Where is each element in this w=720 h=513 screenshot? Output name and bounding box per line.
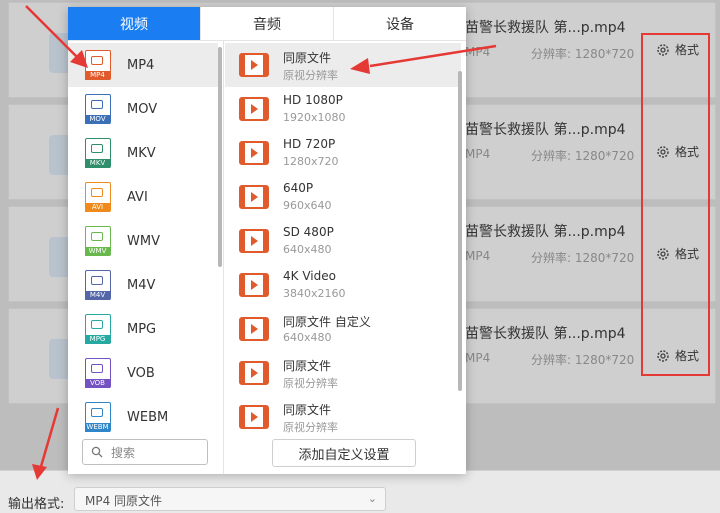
wmv-file-icon: WMV [85, 226, 111, 256]
format-item-webm[interactable]: WEBM WEBM [68, 395, 218, 439]
preset-list: 同原文件 原视分辨率 HD 1080P 1920x1080 HD 720P 12… [225, 41, 466, 474]
preset-item[interactable]: 640P 960x640 [225, 175, 461, 219]
preset-title: 同原文件 [283, 51, 332, 65]
tab-audio[interactable]: 音频 [201, 7, 334, 40]
format-item-mp4[interactable]: MP4 MP4 [68, 43, 218, 87]
film-icon [239, 317, 269, 341]
preset-resolution: 640x480 [283, 243, 332, 256]
file-name: 苗警长救援队 第...p.mp4 [465, 224, 626, 240]
format-item-mpg[interactable]: MPG MPG [68, 307, 218, 351]
webm-file-icon: WEBM [85, 402, 111, 432]
format-item-mkv[interactable]: MKV MKV [68, 131, 218, 175]
format-tabs: 视频 音频 设备 [68, 7, 466, 41]
file-resolution: 分辨率: 1280*720 [531, 47, 635, 61]
format-label: MP4 [127, 57, 155, 73]
preset-item[interactable]: SD 480P 640x480 [225, 219, 461, 263]
format-popup: 视频 音频 设备 MP4 MP4 MOV MOV MKV MKV AVI AVI… [68, 7, 466, 474]
file-format: MP4 [465, 351, 491, 365]
format-label: M4V [127, 277, 156, 293]
tab-video[interactable]: 视频 [68, 7, 201, 40]
film-icon [239, 229, 269, 253]
preset-item[interactable]: HD 1080P 1920x1080 [225, 87, 461, 131]
preset-item[interactable]: 4K Video 3840x2160 [225, 263, 461, 307]
film-icon [239, 141, 269, 165]
format-item-m4v[interactable]: M4V M4V [68, 263, 218, 307]
output-format-value: MP4 同原文件 [85, 494, 163, 508]
format-label: MKV [127, 145, 156, 161]
preset-title: 640P [283, 181, 314, 195]
mp4-file-icon: MP4 [85, 50, 111, 80]
preset-resolution: 原视分辨率 [283, 421, 338, 434]
preset-resolution: 640x480 [283, 331, 332, 344]
preset-title: 4K Video [283, 269, 336, 283]
format-item-mov[interactable]: MOV MOV [68, 87, 218, 131]
preset-resolution: 原视分辨率 [283, 377, 338, 390]
mkv-file-icon: MKV [85, 138, 111, 168]
film-icon [239, 97, 269, 121]
film-icon [239, 405, 269, 429]
preset-resolution: 1920x1080 [283, 111, 346, 124]
file-resolution: 分辨率: 1280*720 [531, 149, 635, 163]
format-item-avi[interactable]: AVI AVI [68, 175, 218, 219]
m4v-file-icon: M4V [85, 270, 111, 300]
preset-resolution: 960x640 [283, 199, 332, 212]
file-format: MP4 [465, 147, 491, 161]
chevron-down-icon: ⌄ [367, 492, 377, 505]
format-label: WMV [127, 233, 160, 249]
format-item-wmv[interactable]: WMV WMV [68, 219, 218, 263]
add-custom-setting-button[interactable]: 添加自定义设置 [272, 439, 416, 467]
avi-file-icon: AVI [85, 182, 111, 212]
format-item-vob[interactable]: VOB VOB [68, 351, 218, 395]
tab-device[interactable]: 设备 [334, 7, 466, 40]
preset-item[interactable]: 同原文件 自定义 640x480 [225, 307, 461, 351]
preset-title: 同原文件 [283, 403, 332, 417]
format-label: WEBM [127, 409, 169, 425]
format-label: VOB [127, 365, 155, 381]
preset-title: SD 480P [283, 225, 334, 239]
file-format: MP4 [465, 249, 491, 263]
preset-item[interactable]: HD 720P 1280x720 [225, 131, 461, 175]
format-label: AVI [127, 189, 148, 205]
search-placeholder: 搜索 [111, 445, 136, 460]
output-format-label: 输出格式: [8, 497, 65, 512]
mpg-file-icon: MPG [85, 314, 111, 344]
format-list: MP4 MP4 MOV MOV MKV MKV AVI AVI WMV WMV … [68, 41, 224, 474]
preset-resolution: 3840x2160 [283, 287, 346, 300]
file-name: 苗警长救援队 第...p.mp4 [465, 122, 626, 138]
search-icon [91, 446, 103, 458]
format-list-scrollbar[interactable] [218, 47, 222, 267]
preset-title: HD 720P [283, 137, 336, 151]
file-format: MP4 [465, 45, 491, 59]
search-input[interactable]: 搜索 [82, 439, 208, 465]
preset-resolution: 原视分辨率 [283, 69, 338, 82]
preset-title: 同原文件 自定义 [283, 315, 371, 329]
bottom-bar: 输出格式: MP4 同原文件 ⌄ [0, 470, 720, 513]
preset-title: HD 1080P [283, 93, 343, 107]
preset-resolution: 1280x720 [283, 155, 339, 168]
annotation-highlight-box [641, 33, 710, 376]
file-resolution: 分辨率: 1280*720 [531, 251, 635, 265]
file-resolution: 分辨率: 1280*720 [531, 353, 635, 367]
mov-file-icon: MOV [85, 94, 111, 124]
film-icon [239, 273, 269, 297]
preset-item[interactable]: 同原文件 原视分辨率 [225, 395, 461, 439]
file-name: 苗警长救援队 第...p.mp4 [465, 326, 626, 342]
preset-item[interactable]: 同原文件 原视分辨率 [225, 351, 461, 395]
preset-item[interactable]: 同原文件 原视分辨率 [225, 43, 461, 87]
preset-title: 同原文件 [283, 359, 332, 373]
file-name: 苗警长救援队 第...p.mp4 [465, 20, 626, 36]
vob-file-icon: VOB [85, 358, 111, 388]
film-icon [239, 361, 269, 385]
format-label: MOV [127, 101, 158, 117]
film-icon [239, 53, 269, 77]
format-label: MPG [127, 321, 157, 337]
preset-list-scrollbar[interactable] [458, 71, 462, 391]
output-format-select[interactable]: MP4 同原文件 ⌄ [74, 487, 386, 511]
film-icon [239, 185, 269, 209]
